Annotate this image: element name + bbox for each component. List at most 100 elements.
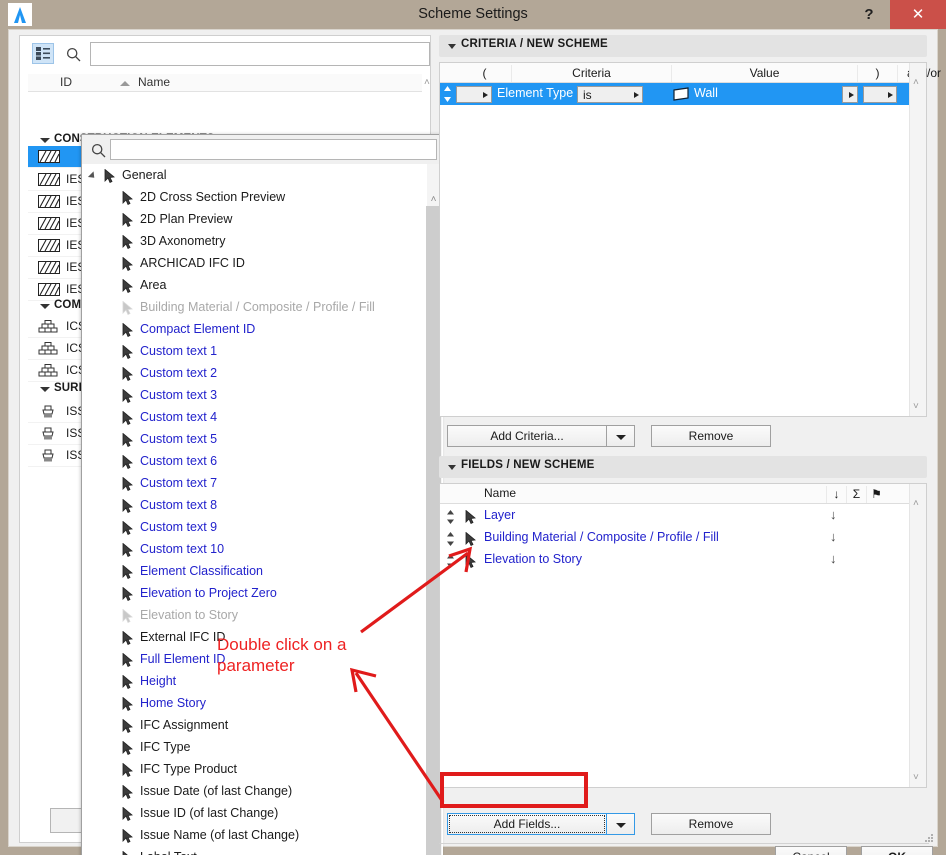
parameter-list-item[interactable]: Custom text 5 xyxy=(82,428,428,450)
flag-icon[interactable]: ⚑ xyxy=(866,486,886,503)
parameter-list-item[interactable]: Custom text 7 xyxy=(82,472,428,494)
add-fields-button[interactable]: Add Fields... xyxy=(447,813,607,835)
scroll-up-icon[interactable]: ˄ xyxy=(913,498,919,509)
parameter-list-item[interactable]: Full Element ID xyxy=(82,648,428,670)
criteria-value-dropdown[interactable] xyxy=(842,86,858,103)
parameter-list-item[interactable]: Custom text 9 xyxy=(82,516,428,538)
parameter-list-item[interactable]: Label Text xyxy=(82,846,428,855)
cancel-button[interactable]: Cancel xyxy=(775,846,847,855)
parameter-list-item[interactable]: Compact Element ID xyxy=(82,318,428,340)
scroll-up-icon[interactable]: ˄ xyxy=(913,77,919,88)
field-sort-icon[interactable]: ↓ xyxy=(830,551,837,566)
add-fields-dropdown-button[interactable] xyxy=(607,813,635,835)
parameter-list-item[interactable]: Issue ID (of last Change) xyxy=(82,802,428,824)
remove-fields-button[interactable]: Remove xyxy=(651,813,771,835)
parameter-label: ARCHICAD IFC ID xyxy=(140,256,245,270)
field-sort-icon[interactable]: ↓ xyxy=(830,529,837,544)
field-sort-icon[interactable]: ↓ xyxy=(830,507,837,522)
updown-arrows-icon[interactable] xyxy=(446,510,455,524)
criteria-value-cell[interactable]: Wall xyxy=(672,86,857,103)
chevron-down-icon[interactable] xyxy=(448,44,456,49)
column-open-paren: ( xyxy=(458,65,512,82)
sort-order-icon[interactable]: ↓ xyxy=(826,486,846,503)
fields-scrollbar[interactable]: ˄ ˅ xyxy=(909,484,926,787)
cursor-arrow-icon xyxy=(122,410,134,426)
cursor-arrow-icon xyxy=(465,531,477,547)
expand-triangle-icon[interactable] xyxy=(87,171,98,181)
field-row[interactable]: Elevation to Story ↓ xyxy=(440,550,910,572)
criteria-section-header[interactable]: CRITERIA / NEW SCHEME xyxy=(439,35,927,57)
chevron-down-icon[interactable] xyxy=(40,387,50,392)
parameter-group-item[interactable]: General xyxy=(82,164,428,186)
parameter-list-item[interactable]: Height xyxy=(82,670,428,692)
parameter-list-item[interactable]: Custom text 3 xyxy=(82,384,428,406)
parameter-list-item[interactable]: IFC Assignment xyxy=(82,714,428,736)
criteria-operator-combo[interactable]: is xyxy=(577,86,643,103)
parameter-list-item[interactable]: Custom text 6 xyxy=(82,450,428,472)
criteria-scrollbar[interactable]: ˄ ˅ xyxy=(909,63,926,416)
criteria-row[interactable]: Element Type is Wall xyxy=(440,83,910,105)
chevron-down-icon[interactable] xyxy=(40,304,50,309)
parameter-search-input[interactable] xyxy=(110,139,437,160)
parameter-list-item[interactable]: 2D Cross Section Preview xyxy=(82,186,428,208)
element-search-input[interactable] xyxy=(90,42,430,66)
parameter-list-item[interactable]: IFC Type xyxy=(82,736,428,758)
parameter-list-item[interactable]: Custom text 10 xyxy=(82,538,428,560)
parameter-list-item[interactable]: ARCHICAD IFC ID xyxy=(82,252,428,274)
column-value: Value xyxy=(672,65,858,82)
resize-grip[interactable] xyxy=(922,832,934,844)
updown-arrows-icon[interactable] xyxy=(446,532,455,546)
parameter-label: Element Classification xyxy=(140,564,263,578)
close-paren-combo[interactable] xyxy=(863,86,897,103)
chevron-down-icon[interactable] xyxy=(40,138,50,143)
parameter-label: Elevation to Story xyxy=(140,608,238,622)
updown-arrows-icon[interactable] xyxy=(443,86,452,102)
add-criteria-dropdown-button[interactable] xyxy=(607,425,635,447)
cursor-arrow-icon xyxy=(122,608,134,624)
parameter-list-item[interactable]: Element Classification xyxy=(82,560,428,582)
parameter-list-item[interactable]: Issue Date (of last Change) xyxy=(82,780,428,802)
close-icon[interactable]: ✕ xyxy=(890,0,946,29)
parameter-list-item[interactable]: Custom text 8 xyxy=(82,494,428,516)
parameter-list-item[interactable]: Elevation to Story xyxy=(82,604,428,626)
parameter-label: Issue ID (of last Change) xyxy=(140,806,279,820)
field-row[interactable]: Building Material / Composite / Profile … xyxy=(440,528,910,550)
parameter-list-item[interactable]: Home Story xyxy=(82,692,428,714)
chevron-down-icon[interactable] xyxy=(448,465,456,470)
parameter-list-item[interactable]: Issue Name (of last Change) xyxy=(82,824,428,846)
brick-composite-icon xyxy=(38,342,60,355)
search-icon xyxy=(88,140,108,160)
hatch-fill-icon xyxy=(38,283,60,296)
add-criteria-button[interactable]: Add Criteria... xyxy=(447,425,607,447)
cursor-arrow-icon xyxy=(122,212,134,228)
scroll-up-icon[interactable]: ˄ xyxy=(424,77,430,88)
parameter-list-item[interactable]: IFC Type Product xyxy=(82,758,428,780)
parameter-list-item[interactable]: 2D Plan Preview xyxy=(82,208,428,230)
parameter-list-item[interactable]: External IFC ID xyxy=(82,626,428,648)
parameter-list-item[interactable]: Building Material / Composite / Profile … xyxy=(82,296,428,318)
cursor-arrow-icon xyxy=(104,168,116,184)
list-view-icon[interactable] xyxy=(32,43,54,64)
sum-icon[interactable]: Σ xyxy=(846,486,866,503)
scroll-down-icon[interactable]: ˅ xyxy=(913,401,919,412)
scroll-down-icon[interactable]: ˅ xyxy=(913,772,919,783)
help-button[interactable]: ? xyxy=(854,0,884,29)
fields-section-header[interactable]: FIELDS / NEW SCHEME xyxy=(439,456,927,478)
parameter-label: Custom text 9 xyxy=(140,520,218,534)
ok-button[interactable]: OK xyxy=(861,846,933,855)
parameter-label: Label Text xyxy=(140,846,197,855)
parameter-list-item[interactable]: Custom text 4 xyxy=(82,406,428,428)
open-paren-combo[interactable] xyxy=(456,86,492,103)
parameter-label: Custom text 1 xyxy=(140,344,218,358)
parameter-list-item[interactable]: Elevation to Project Zero xyxy=(82,582,428,604)
parameter-list-item[interactable]: Custom text 2 xyxy=(82,362,428,384)
criteria-table: ( Criteria Value ) and/or xyxy=(439,62,941,417)
criteria-name-value[interactable]: Element Type xyxy=(497,86,573,100)
field-row[interactable]: Layer ↓ xyxy=(440,506,910,528)
remove-criteria-button[interactable]: Remove xyxy=(651,425,771,447)
parameter-list-item[interactable]: 3D Axonometry xyxy=(82,230,428,252)
sort-ascending-icon[interactable] xyxy=(120,81,130,86)
parameter-list-item[interactable]: Custom text 1 xyxy=(82,340,428,362)
updown-arrows-icon[interactable] xyxy=(446,554,455,568)
parameter-list-item[interactable]: Area xyxy=(82,274,428,296)
